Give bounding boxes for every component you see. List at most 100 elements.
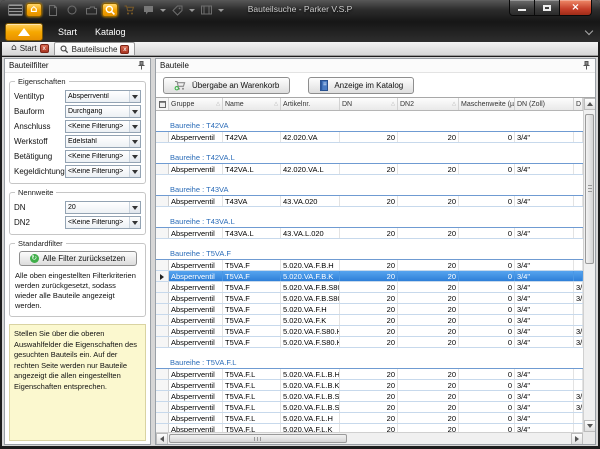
column-header-name[interactable]: Name△ <box>223 98 281 110</box>
maximize-icon <box>543 5 551 11</box>
table-row[interactable]: AbsperrventilT5VA.F5.020.VA.F.B.H202003/… <box>156 260 583 271</box>
pin-icon[interactable] <box>582 61 591 70</box>
tab-bauteilsuche[interactable]: Bauteilsuche x <box>54 42 136 55</box>
table-row[interactable]: AbsperrventilT5VA.F5.020.VA.F.B.S80.H202… <box>156 282 583 293</box>
cell: Absperrventil <box>169 196 223 206</box>
application-button[interactable] <box>5 23 43 41</box>
cell: 20 <box>340 413 398 423</box>
transfer-to-cart-button[interactable]: Übergabe an Warenkorb <box>163 77 290 94</box>
vertical-scrollbar[interactable] <box>583 98 595 432</box>
table-row[interactable]: AbsperrventilT5VA.F5.020.VA.F.B.K202003/… <box>156 271 583 282</box>
parts-grid: Gruppe△Name△Artikelnr.DN△DN2△Maschenweit… <box>156 97 595 444</box>
tab-label: Bauteilsuche <box>72 45 118 54</box>
table-row[interactable]: AbsperrventilT43VA.L43.VA.L.020202003/4" <box>156 228 583 239</box>
horizontal-scrollbar[interactable] <box>156 432 583 444</box>
table-row[interactable]: AbsperrventilT5VA.F.L5.020.VA.F.L.H20200… <box>156 413 583 424</box>
scrollbar-corner <box>583 432 595 444</box>
column-header-artikelnr[interactable]: Artikelnr. <box>281 98 340 110</box>
cell: 3/4" <box>574 402 583 412</box>
ventiltyp-dropdown[interactable]: Absperrventil <box>65 90 141 103</box>
parts-panel-title: Bauteile <box>160 61 189 70</box>
dropdown-arrow-icon[interactable] <box>129 106 140 117</box>
filter-field: BauformDurchgang <box>14 105 141 118</box>
cell: 0 <box>459 326 515 336</box>
cell: 0 <box>459 293 515 303</box>
cell <box>574 260 583 270</box>
table-row[interactable]: AbsperrventilT5VA.F.L5.020.VA.F.L.B.K202… <box>156 380 583 391</box>
table-row[interactable]: AbsperrventilT5VA.F.L5.020.VA.F.L.B.S802… <box>156 391 583 402</box>
row-indicator <box>156 413 169 423</box>
table-row[interactable]: AbsperrventilT5VA.F.L5.020.VA.F.L.B.S802… <box>156 402 583 413</box>
scroll-down-icon[interactable] <box>584 420 595 432</box>
sort-ascending-icon: △ <box>391 101 395 107</box>
show-in-catalog-label: Anzeige im Katalog <box>334 81 403 90</box>
dropdown-arrow-icon[interactable] <box>129 121 140 132</box>
table-row[interactable]: AbsperrventilT5VA.F.L5.020.VA.F.L.K20200… <box>156 424 583 432</box>
table-row[interactable]: AbsperrventilT42VA42.020.VA202003/4" <box>156 132 583 143</box>
vertical-scroll-thumb[interactable] <box>585 114 594 264</box>
pin-icon[interactable] <box>137 61 146 70</box>
table-row[interactable]: AbsperrventilT5VA.F.L5.020.VA.F.L.B.H202… <box>156 369 583 380</box>
dropdown-value: Durchgang <box>66 108 129 115</box>
column-header-dn-zoll[interactable]: DN (Zoll) <box>515 98 574 110</box>
dropdown-value: <Keine Filterung> <box>66 219 129 226</box>
table-row[interactable]: AbsperrventilT5VA.F5.020.VA.F.S80.H20200… <box>156 326 583 337</box>
dropdown-arrow-icon[interactable] <box>129 151 140 162</box>
tab-start[interactable]: ⌂ Start x <box>6 42 54 55</box>
cell: 20 <box>398 228 459 238</box>
cell: 20 <box>398 402 459 412</box>
cell: 20 <box>340 424 398 432</box>
cell: 3/4" <box>515 369 574 379</box>
dropdown-arrow-icon[interactable] <box>129 91 140 102</box>
cell: 20 <box>398 260 459 270</box>
bettigung-dropdown[interactable]: <Keine Filterung> <box>65 150 141 163</box>
table-row[interactable]: AbsperrventilT5VA.F5.020.VA.F.S80.KH2020… <box>156 337 583 348</box>
cell: 20 <box>398 380 459 390</box>
dropdown-value: <Keine Filterung> <box>66 123 129 130</box>
column-header-dn2[interactable]: DN2△ <box>398 98 459 110</box>
table-row[interactable]: AbsperrventilT43VA43.VA.020202003/4" <box>156 196 583 207</box>
close-button[interactable]: × <box>560 0 591 15</box>
cell <box>574 369 583 379</box>
row-selector-header[interactable] <box>156 98 169 110</box>
ribbon-tab-katalog[interactable]: Katalog <box>95 27 126 37</box>
table-row[interactable]: AbsperrventilT5VA.F5.020.VA.F.B.S80.K202… <box>156 293 583 304</box>
ribbon-collapse-icon[interactable] <box>585 27 593 35</box>
dn2-dropdown[interactable]: <Keine Filterung> <box>65 216 141 229</box>
werkstoff-dropdown[interactable]: Edelstahl <box>65 135 141 148</box>
horizontal-scroll-thumb[interactable] <box>169 434 347 443</box>
cell: 3/4" <box>574 282 583 292</box>
scroll-right-icon[interactable] <box>571 433 583 444</box>
column-label: DN (Zoll) <box>517 101 545 108</box>
dropdown-arrow-icon[interactable] <box>129 166 140 177</box>
table-row[interactable]: AbsperrventilT5VA.F5.020.VA.F.H202003/4" <box>156 304 583 315</box>
dropdown-arrow-icon[interactable] <box>129 136 140 147</box>
row-indicator <box>156 282 169 292</box>
cell: 20 <box>398 293 459 303</box>
scroll-up-icon[interactable] <box>584 98 595 110</box>
column-header-dn[interactable]: DN△ <box>340 98 398 110</box>
ribbon-tab-start[interactable]: Start <box>58 27 77 37</box>
column-header-d[interactable]: D <box>574 98 583 110</box>
column-header-gruppe[interactable]: Gruppe△ <box>169 98 223 110</box>
bauform-dropdown[interactable]: Durchgang <box>65 105 141 118</box>
column-label: D <box>576 101 581 108</box>
maximize-button[interactable] <box>535 0 560 15</box>
dn-dropdown[interactable]: 20 <box>65 201 141 214</box>
row-indicator <box>156 424 169 432</box>
tab-label: Start <box>20 44 37 53</box>
dropdown-arrow-icon[interactable] <box>129 202 140 213</box>
scroll-left-icon[interactable] <box>156 433 168 444</box>
tab-close-icon[interactable]: x <box>40 44 49 53</box>
table-row[interactable]: AbsperrventilT42VA.L42.020.VA.L202003/4" <box>156 164 583 175</box>
reset-filters-button[interactable]: ↻ Alle Filter zurücksetzen <box>19 251 137 266</box>
table-row[interactable]: AbsperrventilT5VA.F5.020.VA.F.K202003/4" <box>156 315 583 326</box>
kegeldichtung-dropdown[interactable]: <Keine Filterung> <box>65 165 141 178</box>
anschluss-dropdown[interactable]: <Keine Filterung> <box>65 120 141 133</box>
show-in-catalog-button[interactable]: Anzeige im Katalog <box>308 77 414 94</box>
column-header-maschenweite-m[interactable]: Maschenweite (µm) <box>459 98 515 110</box>
dropdown-arrow-icon[interactable] <box>129 217 140 228</box>
minimize-button[interactable] <box>510 0 535 15</box>
tab-close-icon[interactable]: x <box>120 45 129 54</box>
group-header: Baureihe : T43VA <box>156 185 583 196</box>
